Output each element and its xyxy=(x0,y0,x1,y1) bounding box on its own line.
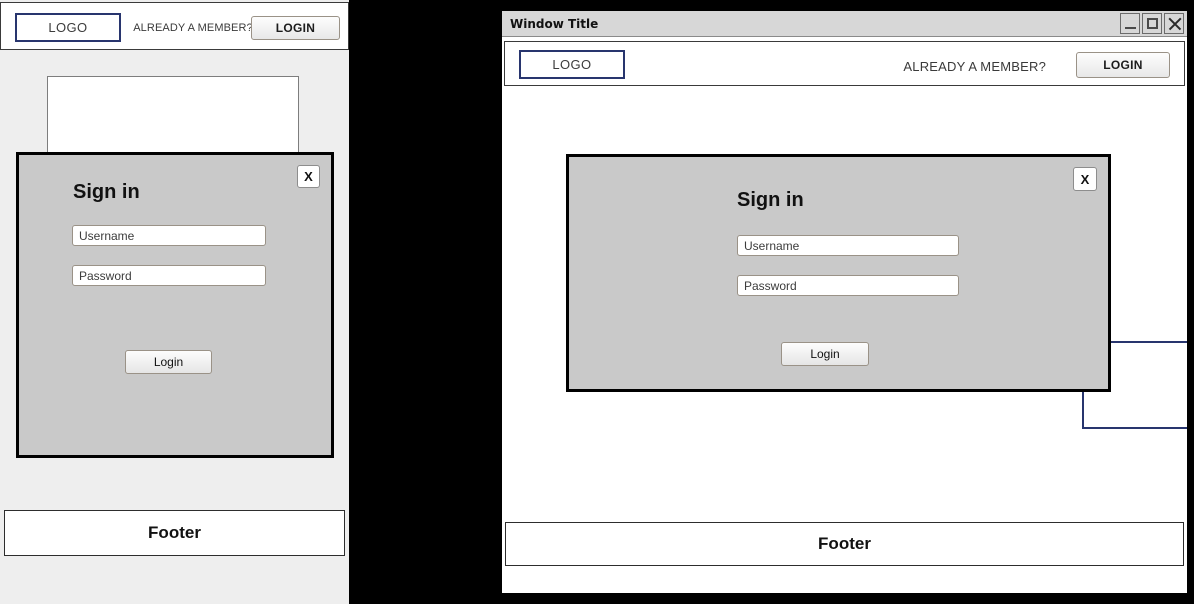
username-input[interactable]: Username xyxy=(72,225,266,246)
window-titlebar[interactable]: Window Title xyxy=(502,11,1187,37)
logo-box[interactable]: LOGO xyxy=(519,50,625,79)
signin-title: Sign in xyxy=(737,189,804,211)
right-footer: Footer xyxy=(505,522,1184,566)
minimize-icon[interactable] xyxy=(1120,13,1140,34)
maximize-glyph xyxy=(1147,18,1158,29)
left-panel-preview: LOGO ALREADY A MEMBER? LOGIN Footer Sign… xyxy=(0,0,349,604)
left-signin-dialog: Sign in X Username Password Login xyxy=(16,152,334,458)
close-icon[interactable]: X xyxy=(297,165,320,188)
password-input[interactable]: Password xyxy=(72,265,266,286)
left-hero-box xyxy=(47,76,299,164)
header-login-button[interactable]: LOGIN xyxy=(1076,52,1170,78)
left-site-header-inner: LOGO ALREADY A MEMBER? LOGIN xyxy=(0,3,349,49)
left-footer: Footer xyxy=(4,510,345,556)
already-member-label: ALREADY A MEMBER? xyxy=(903,59,1046,74)
window-title: Window Title xyxy=(510,17,599,31)
already-member-label: ALREADY A MEMBER? xyxy=(133,22,253,34)
signin-title: Sign in xyxy=(73,181,140,203)
minimize-glyph xyxy=(1125,27,1136,29)
header-login-button[interactable]: LOGIN xyxy=(251,16,340,40)
right-window-preview: Window Title LOGO ALREADY A MEMBER? LOGI… xyxy=(500,9,1189,595)
close-window-icon[interactable] xyxy=(1164,13,1184,34)
maximize-icon[interactable] xyxy=(1142,13,1162,34)
login-submit-button[interactable]: Login xyxy=(781,342,869,366)
right-signin-dialog: Sign in X Username Password Login xyxy=(566,154,1111,392)
window-controls xyxy=(1120,13,1184,34)
right-site-header: LOGO ALREADY A MEMBER? LOGIN xyxy=(504,41,1185,86)
left-site-header: LOGO ALREADY A MEMBER? LOGIN xyxy=(0,2,349,50)
wireframe-canvas: LOGO ALREADY A MEMBER? LOGIN Footer Sign… xyxy=(0,0,1194,604)
logo-box[interactable]: LOGO xyxy=(15,13,121,42)
password-input[interactable]: Password xyxy=(737,275,959,296)
username-input[interactable]: Username xyxy=(737,235,959,256)
close-icon[interactable]: X xyxy=(1073,167,1097,191)
login-submit-button[interactable]: Login xyxy=(125,350,212,374)
